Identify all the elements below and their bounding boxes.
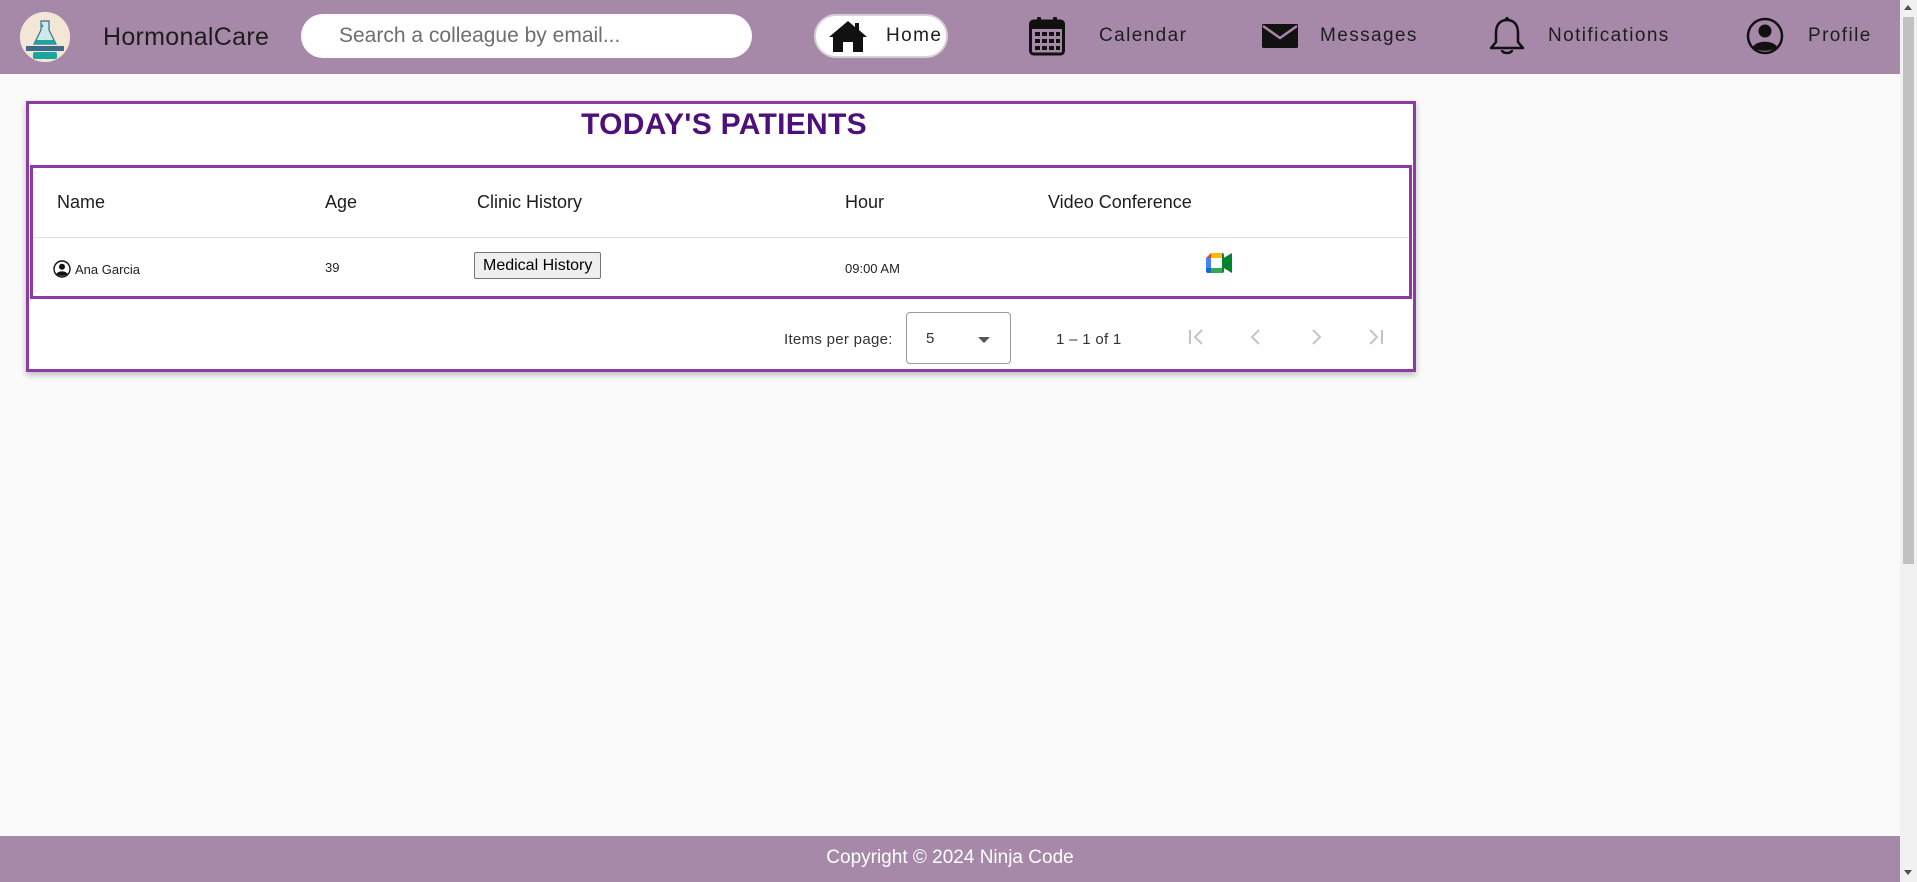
scroll-up-arrow-icon[interactable] <box>1904 5 1912 10</box>
video-conference-button[interactable] <box>1206 253 1232 278</box>
last-page-button[interactable] <box>1363 324 1389 350</box>
nav-calendar[interactable]: Calendar <box>1029 14 1187 58</box>
scroll-down-arrow-icon[interactable] <box>1904 870 1912 875</box>
card-title: TODAY'S PATIENTS <box>581 108 867 141</box>
vertical-scrollbar[interactable] <box>1900 0 1917 882</box>
top-navbar: HormonalCare Home Calendar Messages <box>0 0 1900 74</box>
column-header-hour[interactable]: Hour <box>845 192 884 213</box>
next-page-button[interactable] <box>1303 324 1329 350</box>
copyright-text: Copyright © 2024 Ninja Code <box>826 847 1074 868</box>
google-meet-icon <box>1206 253 1232 273</box>
chevron-right-icon <box>1312 329 1322 345</box>
page-size-select[interactable]: 5 <box>906 312 1011 364</box>
column-header-age[interactable]: Age <box>325 192 357 213</box>
nav-notifications[interactable]: Notifications <box>1488 14 1670 58</box>
nav-messages-label: Messages <box>1320 25 1418 46</box>
nav-calendar-label: Calendar <box>1099 25 1188 46</box>
brand-name: HormonalCare <box>103 23 270 51</box>
calendar-icon <box>1029 17 1065 56</box>
patient-name: Ana Garcia <box>75 261 141 277</box>
hormonalcare-logo[interactable] <box>20 12 70 62</box>
nav-profile-label: Profile <box>1808 25 1872 46</box>
chevron-left-icon <box>1250 329 1260 345</box>
account-circle-icon <box>1746 17 1784 55</box>
nav-messages[interactable]: Messages <box>1262 14 1418 58</box>
column-header-clinic-history[interactable]: Clinic History <box>477 192 582 213</box>
first-page-icon <box>1189 329 1203 345</box>
colleague-search-input[interactable] <box>301 14 752 58</box>
page-size-value: 5 <box>926 330 935 347</box>
patient-name-cell: Ana Garcia <box>53 260 140 278</box>
patient-age: 39 <box>325 260 340 275</box>
appointment-hour: 09:00 AM <box>845 261 900 276</box>
home-icon <box>829 21 867 52</box>
todays-patients-card: TODAY'S PATIENTS Name Age Clinic History… <box>26 101 1416 372</box>
user-avatar-icon <box>53 260 71 278</box>
nav-profile[interactable]: Profile <box>1746 14 1872 58</box>
dropdown-arrow-icon <box>978 337 990 343</box>
scrollbar-thumb[interactable] <box>1903 17 1914 564</box>
medical-history-button[interactable]: Medical History <box>474 252 602 279</box>
previous-page-button[interactable] <box>1243 324 1269 350</box>
patients-table: Name Age Clinic History Hour Video Confe… <box>30 165 1412 299</box>
nav-home-label: Home <box>886 25 943 46</box>
last-page-icon <box>1369 329 1383 345</box>
page-footer: Copyright © 2024 Ninja Code <box>0 836 1900 882</box>
bell-icon <box>1489 17 1525 55</box>
header-divider <box>33 237 1409 238</box>
nav-notifications-label: Notifications <box>1548 25 1670 46</box>
column-header-name[interactable]: Name <box>57 192 105 213</box>
envelope-icon <box>1262 24 1298 48</box>
page-range-label: 1 – 1 of 1 <box>1056 331 1122 348</box>
flask-logo-icon <box>20 12 70 62</box>
first-page-button[interactable] <box>1183 324 1209 350</box>
column-header-video-conference[interactable]: Video Conference <box>1048 192 1192 213</box>
items-per-page-label: Items per page: <box>784 331 893 348</box>
nav-home[interactable]: Home <box>814 14 948 58</box>
